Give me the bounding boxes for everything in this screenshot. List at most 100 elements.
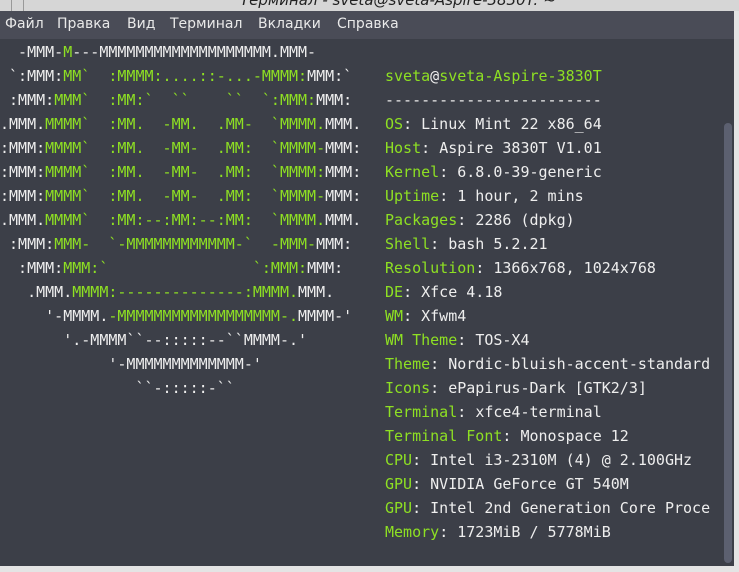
vertical-scrollbar[interactable]	[722, 39, 734, 566]
info-value: Intel 2nd Generation Core Proce	[430, 499, 711, 517]
info-row: Packages: 2286 (dpkg)	[385, 208, 575, 232]
info-row: Terminal: xfce4-terminal	[385, 400, 602, 424]
info-label: Kernel	[385, 163, 440, 181]
logo-segment: MMM:	[325, 163, 362, 181]
logo-segment: MMM.	[298, 283, 335, 301]
info-value: 1 hour, 2 mins	[457, 187, 584, 205]
info-colon: :	[403, 283, 422, 301]
username: sveta	[385, 67, 431, 85]
info-colon: :	[457, 211, 476, 229]
info-row: Shell: bash 5.2.21	[385, 232, 548, 256]
logo-line: :MMM:MMMM` :MM. -MM- .MM: `MMMM-MMM:	[0, 184, 361, 208]
window-menu-icon[interactable]: ‾	[0, 0, 12, 11]
info-label: WM	[385, 307, 404, 325]
separator-line: ------------------------	[385, 91, 602, 109]
info-label: Terminal Font	[385, 427, 503, 445]
logo-segment: MMMM` :MM. -MM- .MM: `MMMM-	[45, 187, 326, 205]
logo-segment: MMM- `-MMMMMMMMMMMM-` -MMM-	[54, 235, 317, 253]
info-colon: :	[457, 403, 476, 421]
logo-segment: MM` :MMMM:....::-...-MMMM:	[63, 67, 308, 85]
logo-line: :MMM:MMMM` :MM. -MM- .MM: `MMMM:MMM:	[0, 160, 361, 184]
hostname: sveta-Aspire-3830T	[439, 67, 602, 85]
logo-segment: '-MMMM.	[0, 307, 109, 325]
info-colon: :	[457, 331, 476, 349]
info-label: GPU	[385, 499, 413, 517]
logo-line: '-MMMMMMMMMMMMM-'	[0, 352, 262, 376]
info-row: Theme: Nordic-bluish-accent-standard	[385, 352, 710, 376]
info-row: Icons: ePapirus-Dark [GTK2/3]	[385, 376, 647, 400]
info-colon: :	[430, 355, 449, 373]
scrollbar-thumb[interactable]	[724, 123, 732, 563]
info-colon: :	[430, 235, 449, 253]
info-colon: :	[430, 379, 449, 397]
logo-segment: MMM` :MM:` `` `` `:MMM:	[54, 91, 317, 109]
info-value: bash 5.2.21	[448, 235, 548, 253]
info-row: WM: Xfwm4	[385, 304, 466, 328]
info-label: DE	[385, 283, 404, 301]
window-minimize-icon[interactable]: ‾	[12, 0, 24, 11]
info-value: Linux Mint 22 x86_64	[421, 115, 602, 133]
info-value: Xfce 4.18	[421, 283, 503, 301]
logo-segment: MMMM-'	[298, 307, 353, 325]
menu-help[interactable]: Справка	[337, 16, 399, 32]
info-label: Terminal	[385, 403, 458, 421]
logo-segment: MMMM:--------------:MMMM.	[72, 283, 299, 301]
info-value: Xfwm4	[421, 307, 467, 325]
info-colon: :	[412, 451, 431, 469]
window-titlebar[interactable]: ‾ ‾ Терминал - sveta@sveta-Aspire-3830T:…	[0, 0, 739, 11]
menu-terminal[interactable]: Терминал	[170, 16, 242, 32]
info-colon: :	[439, 163, 458, 181]
info-row: GPU: NVIDIA GeForce GT 540M	[385, 472, 629, 496]
logo-line: :MMM:MMM` :MM:` `` `` `:MMM:MMM:	[0, 88, 352, 112]
logo-segment: MMM:	[316, 235, 353, 253]
logo-segment: '.-MMMM``--:::::--``MMMM-.'	[0, 331, 308, 349]
logo-line: `:MMM:MM` :MMMM:....::-...-MMMM:MMM:`	[0, 64, 352, 88]
logo-segment: :MMM:	[0, 259, 64, 277]
window-border-bottom	[0, 566, 739, 572]
info-row: Terminal Font: Monospace 12	[385, 424, 629, 448]
info-colon: :	[403, 307, 422, 325]
logo-line: .MMM.MMMM` :MM. -MM. .MM- `MMMM.MMM.	[0, 112, 361, 136]
logo-segment: :MMM:	[0, 91, 55, 109]
info-value: Nordic-bluish-accent-standard	[448, 355, 711, 373]
user-host-line: sveta@sveta-Aspire-3830T	[385, 64, 602, 88]
info-label: Packages	[385, 211, 458, 229]
info-colon: :	[439, 523, 458, 541]
terminal-output[interactable]: -MMM-M---MMMMMMMMMMMMMMMMMMM.MMM- `:MMM:…	[0, 39, 722, 566]
logo-line: :MMM:MMM- `-MMMMMMMMMMMM-` -MMM-MMM:	[0, 232, 352, 256]
menu-view[interactable]: Вид	[127, 16, 155, 32]
info-label: Shell	[385, 235, 431, 253]
logo-segment: .MMM.	[0, 211, 46, 229]
info-row: Kernel: 6.8.0-39-generic	[385, 160, 602, 184]
info-row: CPU: Intel i3-2310M (4) @ 2.100GHz	[385, 448, 692, 472]
info-label: Icons	[385, 379, 431, 397]
logo-segment: MMM:` `:MMM:	[63, 259, 308, 277]
window-title: Терминал - sveta@sveta-Aspire-3830T: ~	[240, 0, 556, 9]
logo-segment: MMM.	[325, 115, 362, 133]
menu-edit[interactable]: Правка	[57, 16, 110, 32]
info-colon: :	[421, 139, 440, 157]
logo-segment: .MMM.	[0, 115, 46, 133]
logo-segment: MMM:`	[307, 67, 353, 85]
info-value: 1366x768, 1024x768	[493, 259, 656, 277]
info-colon: :	[403, 115, 422, 133]
info-row: DE: Xfce 4.18	[385, 280, 502, 304]
info-value: NVIDIA GeForce GT 540M	[430, 475, 629, 493]
window-border	[734, 11, 739, 572]
logo-segment: MMM:	[325, 139, 362, 157]
info-colon: :	[502, 427, 521, 445]
at-sign: @	[430, 67, 440, 85]
logo-segment: MMMM` :MM. -MM- .MM: `MMMM-	[45, 139, 326, 157]
logo-line: ``-:::::-``	[0, 376, 234, 400]
info-value: 6.8.0-39-generic	[457, 163, 602, 181]
logo-line: '.-MMMM``--:::::--``MMMM-.'	[0, 328, 307, 352]
info-value: xfce4-terminal	[475, 403, 602, 421]
info-row: OS: Linux Mint 22 x86_64	[385, 112, 602, 136]
info-label: GPU	[385, 475, 413, 493]
logo-segment: .MMM.	[0, 283, 73, 301]
logo-segment: :MMM:	[0, 163, 46, 181]
menu-tabs[interactable]: Вкладки	[258, 16, 321, 32]
menu-file[interactable]: Файл	[5, 16, 44, 32]
logo-segment: :MMM:	[0, 235, 55, 253]
logo-line: .MMM.MMMM:--------------:MMMM.MMM.	[0, 280, 334, 304]
